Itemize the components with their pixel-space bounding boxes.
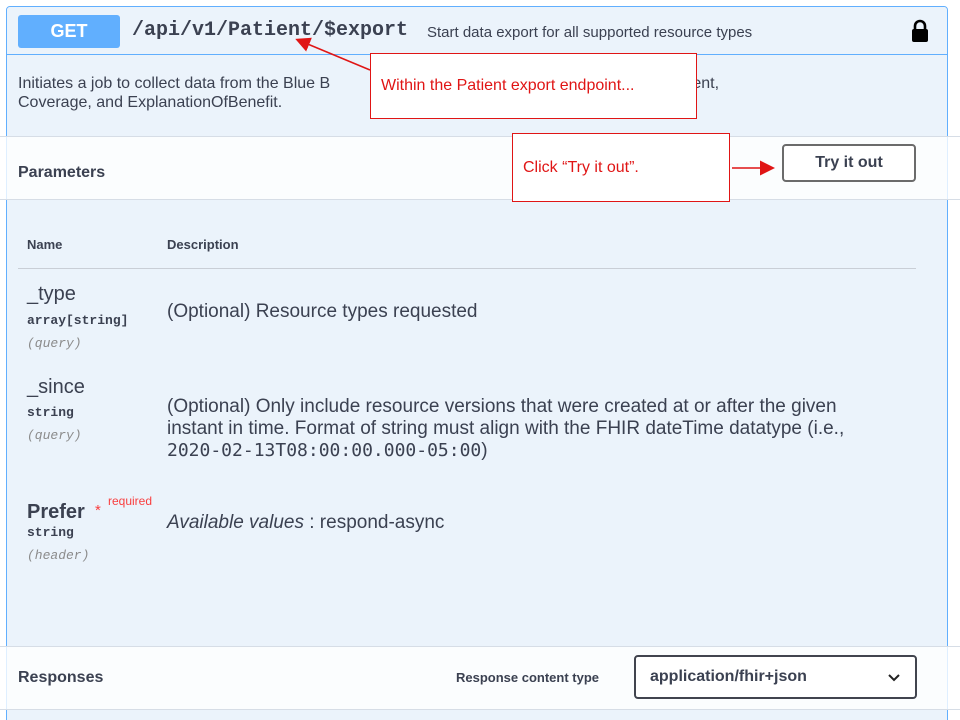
available-values-label: Available values bbox=[167, 512, 304, 533]
param-name-prefer: Prefer bbox=[27, 501, 85, 523]
param-desc-prefer: Available values : respond-async bbox=[167, 512, 897, 534]
response-content-type-value: application/fhir+json bbox=[650, 668, 807, 685]
chevron-down-icon bbox=[888, 674, 900, 682]
column-name-header: Name bbox=[27, 237, 63, 252]
endpoint-path: /api/v1/Patient/$export bbox=[132, 19, 409, 42]
method-badge: GET bbox=[18, 15, 120, 48]
param-desc-since: (Optional) Only include resource version… bbox=[167, 396, 897, 462]
param-in-type: (query) bbox=[27, 336, 82, 351]
try-it-out-button[interactable]: Try it out bbox=[782, 144, 916, 182]
annotation-callout-endpoint: Within the Patient export endpoint... bbox=[370, 53, 697, 119]
response-content-type-select[interactable]: application/fhir+json bbox=[634, 655, 917, 699]
param-desc-since-line1: (Optional) Only include resource version… bbox=[167, 396, 837, 417]
lock-icon[interactable] bbox=[911, 19, 929, 43]
param-in-prefer: (header) bbox=[27, 548, 90, 563]
required-star: * bbox=[95, 502, 101, 519]
table-divider bbox=[18, 268, 916, 269]
endpoint-summary: Start data export for all supported reso… bbox=[427, 24, 753, 41]
operation-summary-bar[interactable]: GET /api/v1/Patient/$export Start data e… bbox=[7, 7, 947, 55]
param-desc-type: (Optional) Resource types requested bbox=[167, 301, 478, 322]
description-line1: Initiates a job to collect data from the… bbox=[18, 75, 331, 92]
param-type-since: string bbox=[27, 405, 74, 420]
param-desc-since-code: 2020-02-13T08:00:00.000-05:00 bbox=[167, 440, 482, 461]
required-label: required bbox=[108, 494, 153, 508]
parameters-title: Parameters bbox=[18, 164, 106, 181]
param-desc-since-line2: instant in time. Format of string must a… bbox=[167, 418, 845, 439]
param-name-type: _type bbox=[27, 283, 76, 305]
response-content-type-label: Response content type bbox=[456, 670, 600, 685]
column-description-header: Description bbox=[167, 237, 239, 252]
annotation-callout-try: Click “Try it out”. bbox=[512, 133, 730, 202]
param-name-since: _since bbox=[27, 376, 85, 398]
param-in-since: (query) bbox=[27, 428, 82, 443]
available-values-value: : respond-async bbox=[303, 512, 445, 533]
param-type-type: array[string] bbox=[27, 313, 129, 328]
param-desc-since-tail: ) bbox=[481, 440, 488, 461]
param-type-prefer: string bbox=[27, 525, 74, 540]
responses-title: Responses bbox=[18, 669, 104, 686]
